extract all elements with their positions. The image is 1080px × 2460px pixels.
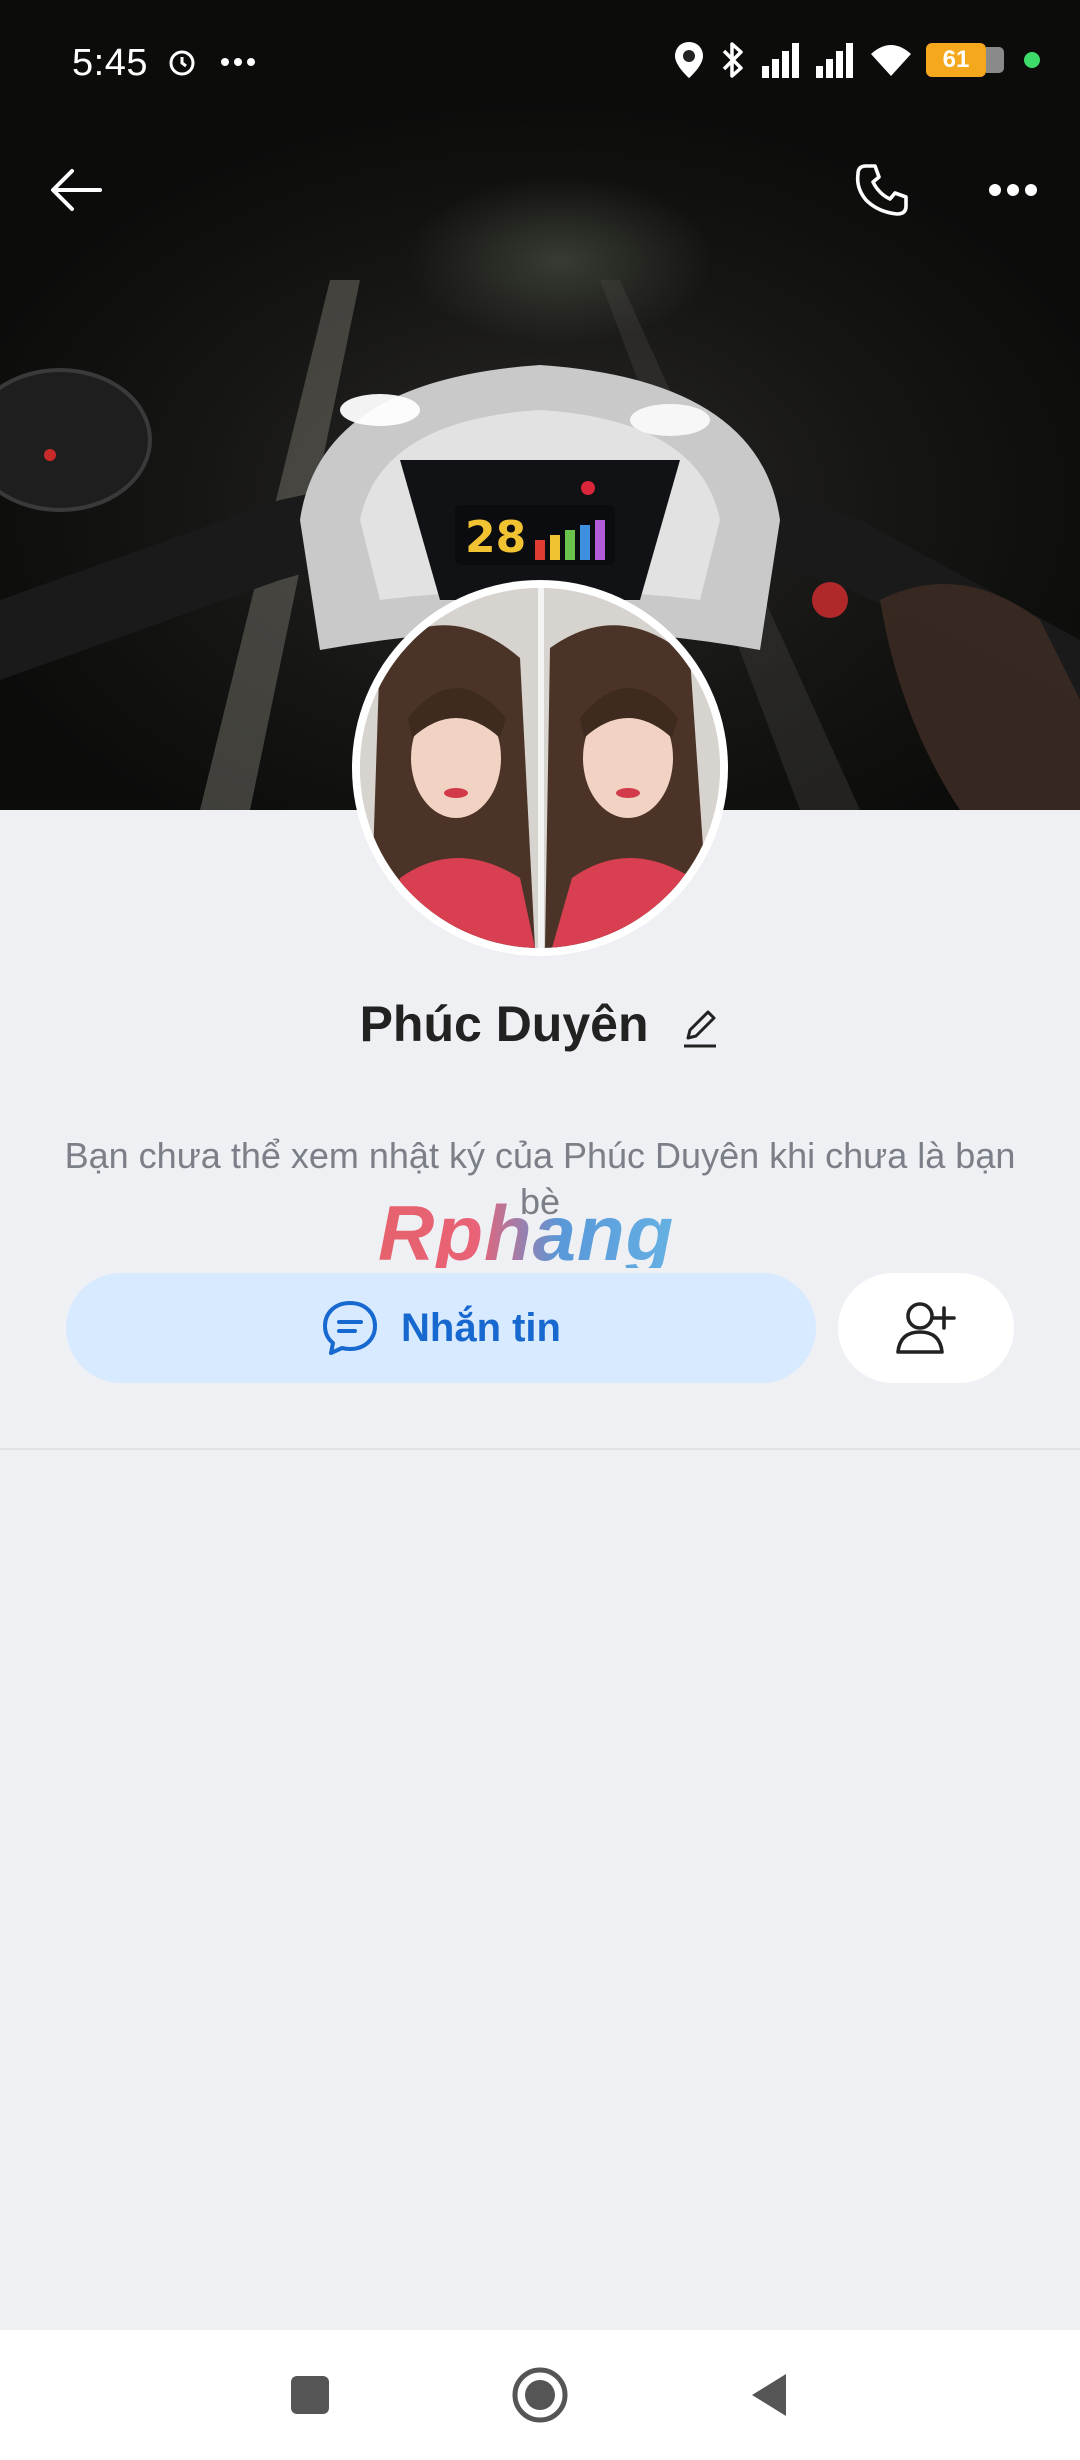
bluetooth-icon [722,42,743,78]
signal-icon [816,43,853,78]
back-arrow-icon [51,169,102,211]
more-horizontal-icon [989,184,1037,196]
home-circle-icon [512,2367,568,2423]
alarm-icon [169,50,195,76]
wifi-icon [871,45,911,76]
chat-bubble-icon [323,1301,377,1355]
more-dots-icon [221,58,255,66]
back-button[interactable] [36,150,116,230]
status-bar: 5:45 61 [0,0,1080,130]
profile-name: Phúc Duyên [359,996,649,1052]
profile-avatar[interactable] [352,580,728,956]
battery-level: 61 [942,46,970,73]
add-friend-button[interactable] [838,1273,1014,1383]
section-divider [0,1448,1080,1450]
recents-square-icon [291,2376,329,2414]
svg-text:28: 28 [465,512,526,563]
add-user-icon [896,1302,956,1354]
back-nav-button[interactable] [728,2355,808,2435]
status-time: 5:45 [72,42,148,84]
recents-button[interactable] [270,2355,350,2435]
message-button-label: Nhắn tin [401,1305,561,1350]
location-icon [675,42,703,78]
signal-icon [762,43,799,78]
phone-icon [855,164,908,216]
avatar-image [360,588,720,948]
message-button[interactable]: Nhắn tin [66,1273,816,1383]
back-triangle-icon [752,2374,786,2416]
more-options-button[interactable] [973,150,1053,230]
system-nav-bar [0,2330,1080,2460]
pencil-icon[interactable] [680,1006,720,1050]
battery-icon: 61 [926,43,1004,77]
privacy-dot [1024,52,1040,68]
home-button[interactable] [500,2355,580,2435]
watermark-logo: Rphang [378,1188,708,1277]
call-button[interactable] [842,150,922,230]
profile-name-row: Phúc Duyên [0,995,1080,1053]
